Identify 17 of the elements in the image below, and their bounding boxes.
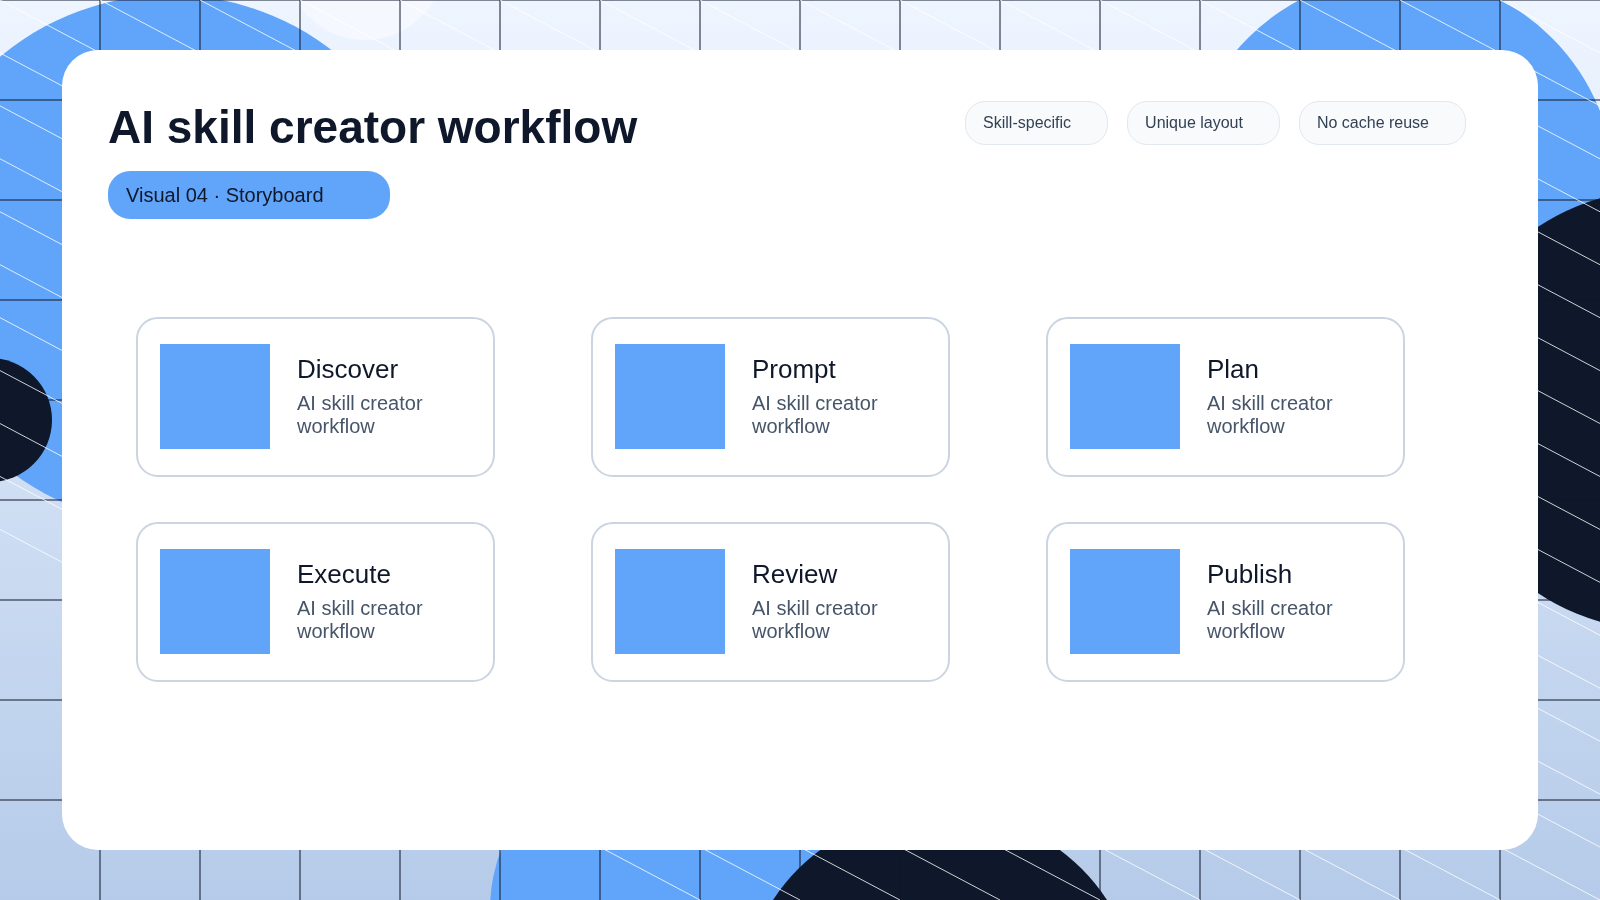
step-subtitle: AI skill creator workflow <box>1207 596 1334 643</box>
step-subtitle: AI skill creator workflow <box>752 596 879 643</box>
step-title: Discover <box>297 355 400 384</box>
step-title: Review <box>752 560 839 589</box>
step-title: Execute <box>297 560 392 589</box>
step-subtitle: AI skill creator workflow <box>1207 391 1334 438</box>
step-title: Prompt <box>752 355 837 384</box>
tag-pill: Skill-specific <box>965 101 1109 145</box>
storyboard-pill: Visual 04 · Storyboard <box>108 170 390 219</box>
tag-pill: Unique layout <box>1127 101 1280 145</box>
step-subtitle: AI skill creator workflow <box>297 596 424 643</box>
slide-title: AI skill creator workflow <box>108 102 638 153</box>
step-subtitle: AI skill creator workflow <box>752 391 879 438</box>
step-subtitle: AI skill creator workflow <box>297 391 424 438</box>
tag-pill: No cache reuse <box>1298 101 1466 145</box>
step-title: Publish <box>1207 560 1294 589</box>
step-title: Plan <box>1207 355 1261 384</box>
